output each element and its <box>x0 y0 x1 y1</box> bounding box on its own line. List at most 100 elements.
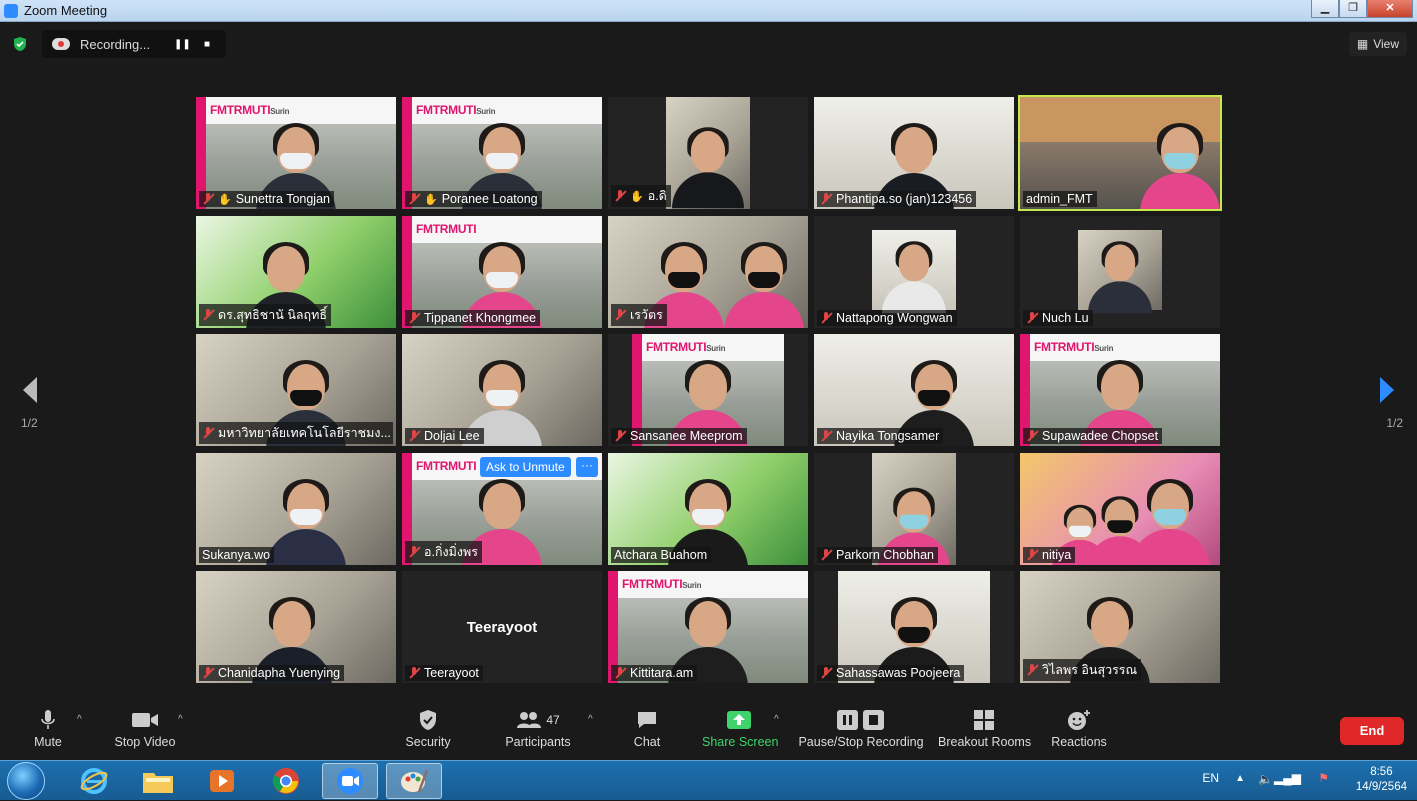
security-button[interactable]: Security <box>402 708 454 749</box>
video-tile[interactable]: FMTRMUTI Ask to Unmute ··· อ.กิ่งมิ่งพร <box>402 452 602 565</box>
video-tile[interactable]: FMTRMUTISurin Supawadee Chopset <box>1020 334 1220 446</box>
video-tile[interactable]: FMTRMUTISurin ✋ Poranee Loatong <box>402 97 602 209</box>
video-tile[interactable]: มหาวิทยาลัยเทคโนโลยีราชมง... <box>196 334 396 446</box>
chat-label: Chat <box>633 735 661 749</box>
video-tile[interactable]: Chanidapha Yuenying <box>196 571 396 683</box>
pause-stop-icon <box>837 710 884 730</box>
name-tag: ✋ อ.ดิ <box>611 185 671 207</box>
name-tag: Parkorn Chobhan <box>817 546 938 563</box>
stop-video-button[interactable]: Stop Video <box>110 708 180 749</box>
recording-controls-label: Pause/Stop Recording <box>798 735 924 749</box>
clock-time: 8:56 <box>1370 766 1393 778</box>
window-title: Zoom Meeting <box>24 3 108 18</box>
mic-muted-icon <box>202 427 214 439</box>
video-tile[interactable]: FMTRMUTI Tippanet Khongmee <box>402 215 602 328</box>
video-tile[interactable]: nitiya <box>1020 452 1220 565</box>
name-tag: มหาวิทยาลัยเทคโนโลยีราชมง... <box>199 422 393 444</box>
name-tag: Tippanet Khongmee <box>405 309 541 326</box>
pause-stop-recording-button[interactable]: Pause/Stop Recording <box>798 708 924 749</box>
pause-recording-icon[interactable]: ❚❚ <box>174 39 191 50</box>
name-tag: Kittitara.am <box>611 665 698 681</box>
stop-recording-icon[interactable]: ■ <box>200 39 214 50</box>
video-tile[interactable]: Nuch Lu <box>1020 215 1220 328</box>
video-tile[interactable]: Teerayoot Teerayoot <box>402 571 602 683</box>
breakout-rooms-label: Breakout Rooms <box>938 735 1032 749</box>
security-label: Security <box>405 735 451 749</box>
share-options-caret-icon[interactable]: ^ <box>774 714 779 725</box>
participants-button[interactable]: 47 Participants <box>504 708 572 749</box>
mute-options-caret-icon[interactable]: ^ <box>77 714 82 725</box>
clock[interactable]: 8:56 14/9/2564 <box>1356 765 1407 795</box>
video-tile[interactable]: Sukanya.wo <box>196 452 396 565</box>
video-tile[interactable]: Doljai Lee <box>402 334 602 446</box>
maximize-button[interactable]: ❐ <box>1339 0 1367 18</box>
name-tag: เรวัตร <box>611 303 667 326</box>
video-tile[interactable]: Atchara Buahom <box>608 452 808 565</box>
video-tile[interactable]: ดร.สุทธิชานั นิลฤทธิ์ <box>196 215 396 328</box>
internet-explorer-icon[interactable] <box>66 763 122 799</box>
shield-icon[interactable] <box>12 36 28 52</box>
action-center-flag-icon[interactable]: ⚑ <box>1318 771 1329 785</box>
grid-view-icon: ▦ <box>1356 37 1369 51</box>
video-tile[interactable]: Sahassawas Poojeera <box>814 571 1014 683</box>
file-explorer-icon[interactable] <box>130 763 186 799</box>
video-camera-icon <box>132 713 158 727</box>
speaker-icon[interactable]: 🔈 <box>1258 772 1273 786</box>
minimize-button[interactable]: ▁ <box>1311 0 1339 18</box>
name-tag: Teerayoot <box>405 665 483 681</box>
view-button[interactable]: ▦ View <box>1348 32 1407 56</box>
language-indicator[interactable]: EN <box>1202 771 1219 785</box>
breakout-rooms-button[interactable]: Breakout Rooms <box>938 708 1032 749</box>
mute-button[interactable]: Mute <box>30 708 66 749</box>
video-tile[interactable]: FMTRMUTISurin Kittitara.am <box>608 571 808 683</box>
fmt-logo: FMTRMUTISurin <box>622 577 702 591</box>
microphone-icon <box>41 710 55 729</box>
next-page-arrow-icon[interactable] <box>1377 375 1397 405</box>
close-button[interactable]: ✕ <box>1367 0 1413 18</box>
video-tile[interactable]: FMTRMUTISurin Sansanee Meeprom <box>608 334 808 446</box>
fmt-logo: FMTRMUTISurin <box>646 340 726 354</box>
windows-start-icon[interactable] <box>7 762 45 800</box>
participant-figure <box>1132 123 1220 209</box>
name-tag: nitiya <box>1023 546 1076 563</box>
chrome-icon[interactable] <box>258 763 314 799</box>
tray-expand-icon[interactable]: ▲ <box>1235 773 1245 784</box>
participants-options-caret-icon[interactable]: ^ <box>588 714 593 725</box>
fmt-logo: FMTRMUTISurin <box>1034 340 1114 354</box>
reactions-button[interactable]: Reactions <box>1050 708 1108 749</box>
zoom-taskbar-icon[interactable] <box>322 763 378 799</box>
video-tile[interactable]: Nayika Tongsamer <box>814 334 1014 446</box>
video-tile[interactable]: Phantipa.so (jan)123456 <box>814 97 1014 209</box>
participants-label: Participants <box>505 735 571 749</box>
fmt-logo: FMTRMUTI <box>416 458 477 473</box>
video-options-caret-icon[interactable]: ^ <box>178 714 183 725</box>
active-speaker-tile[interactable]: admin_FMT <box>1018 95 1222 211</box>
mic-muted-icon <box>202 308 214 321</box>
video-tile[interactable]: FMTRMUTISurin ✋ Sunettra Tongjan <box>196 97 396 209</box>
mic-muted-icon <box>614 667 626 679</box>
video-tile[interactable]: ✋ อ.ดิ <box>608 97 808 209</box>
mic-muted-icon <box>1026 311 1038 324</box>
security-shield-icon <box>420 710 436 730</box>
share-screen-button[interactable]: Share Screen <box>702 708 779 749</box>
name-tag: อ.กิ่งมิ่งพร <box>405 540 482 563</box>
video-tile[interactable]: เรวัตร <box>608 215 808 328</box>
end-meeting-button[interactable]: End <box>1340 717 1404 745</box>
previous-page-arrow-icon[interactable] <box>20 375 40 405</box>
chat-button[interactable]: Chat <box>630 708 664 749</box>
more-options-button[interactable]: ··· <box>576 456 598 477</box>
ask-to-unmute-button[interactable]: Ask to Unmute <box>480 456 571 477</box>
mic-muted-icon <box>408 430 420 442</box>
signal-icon[interactable]: ▂▄▆ <box>1274 771 1301 785</box>
media-player-icon[interactable] <box>194 763 250 799</box>
video-tile[interactable]: วิไลพร อินสุวรรณ <box>1020 571 1220 683</box>
video-tile[interactable]: Nattapong Wongwan <box>814 215 1014 328</box>
page-indicator-left: 1/2 <box>21 416 38 430</box>
name-tag: ดร.สุทธิชานั นิลฤทธิ์ <box>199 303 331 326</box>
video-tile[interactable]: Parkorn Chobhan <box>814 452 1014 565</box>
share-screen-label: Share Screen <box>702 735 779 749</box>
paint-icon[interactable] <box>386 763 442 799</box>
mic-muted-icon <box>614 308 626 321</box>
name-tag: Nattapong Wongwan <box>817 309 957 326</box>
stop-video-label: Stop Video <box>114 735 176 749</box>
